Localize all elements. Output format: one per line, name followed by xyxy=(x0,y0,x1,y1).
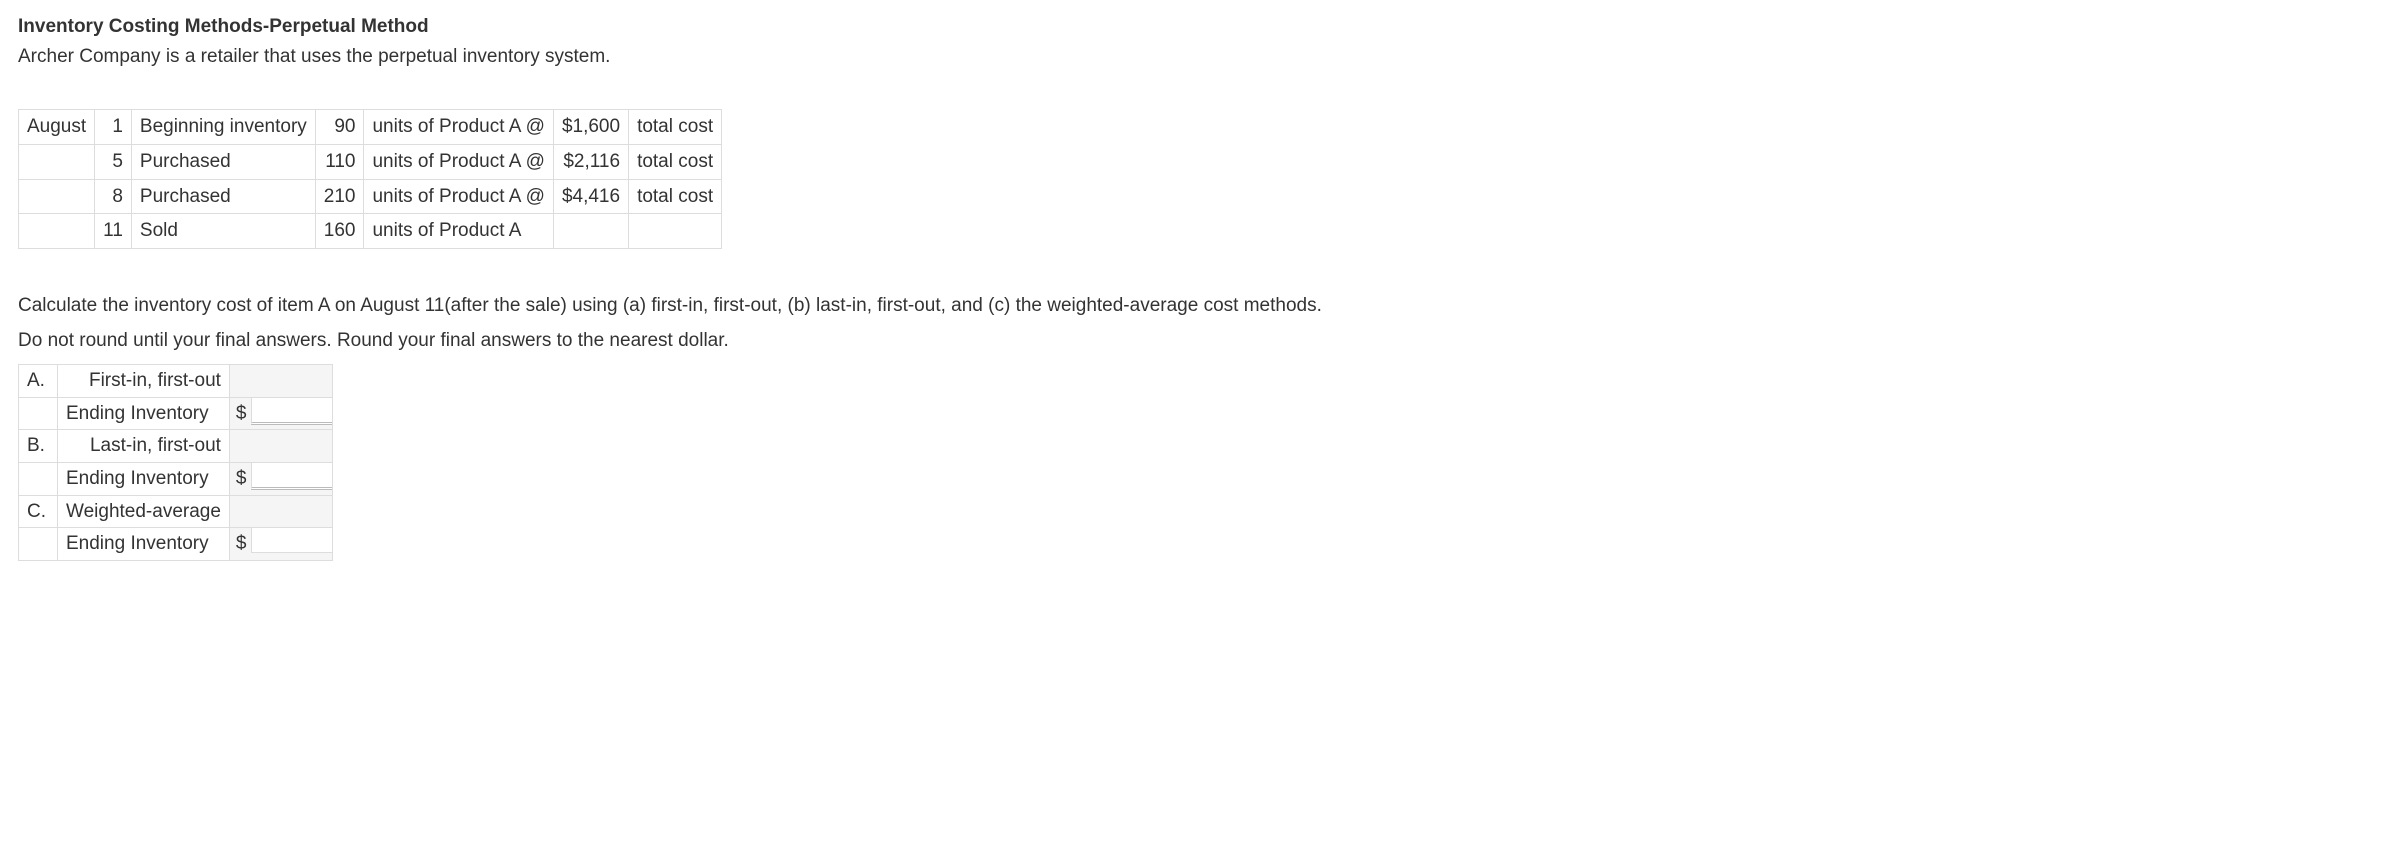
cell-cost: $2,116 xyxy=(553,144,628,179)
answers-table: A. First-in, first-out Ending Inventory … xyxy=(18,364,333,561)
cell-day: 11 xyxy=(95,214,132,249)
instructions: Calculate the inventory cost of item A o… xyxy=(18,293,2372,354)
cell-event: Beginning inventory xyxy=(131,110,315,145)
answer-blank xyxy=(229,430,332,463)
answer-letter-empty xyxy=(19,528,58,561)
cell-cost-label: total cost xyxy=(629,144,722,179)
cell-cost-label: total cost xyxy=(629,110,722,145)
answer-row-c-value: Ending Inventory $ xyxy=(19,528,333,561)
cell-event: Sold xyxy=(131,214,315,249)
answer-letter-empty xyxy=(19,397,58,430)
answer-row-b-value: Ending Inventory $ xyxy=(19,463,333,496)
cell-units: units of Product A @ xyxy=(364,144,553,179)
cell-units: units of Product A xyxy=(364,214,553,249)
cell-day: 1 xyxy=(95,110,132,145)
instruction-line-1: Calculate the inventory cost of item A o… xyxy=(18,293,2372,319)
table-row: 8 Purchased 210 units of Product A @ $4,… xyxy=(19,179,722,214)
ending-inventory-label: Ending Inventory xyxy=(58,397,230,430)
answer-input-cell: $ xyxy=(229,397,332,430)
input-wrap: $ xyxy=(230,463,332,495)
table-row: August 1 Beginning inventory 90 units of… xyxy=(19,110,722,145)
table-row: 5 Purchased 110 units of Product A @ $2,… xyxy=(19,144,722,179)
dollar-sign: $ xyxy=(230,528,251,560)
page: Inventory Costing Methods-Perpetual Meth… xyxy=(0,0,2390,601)
cell-event: Purchased xyxy=(131,179,315,214)
input-wrap: $ xyxy=(230,398,332,430)
instruction-line-2: Do not round until your final answers. R… xyxy=(18,328,2372,354)
answer-blank xyxy=(229,495,332,528)
cell-qty: 90 xyxy=(315,110,364,145)
page-title: Inventory Costing Methods-Perpetual Meth… xyxy=(18,14,2372,40)
cell-cost-label: total cost xyxy=(629,179,722,214)
ending-inventory-label: Ending Inventory xyxy=(58,463,230,496)
table-row: 11 Sold 160 units of Product A xyxy=(19,214,722,249)
answer-method: Last-in, first-out xyxy=(58,430,230,463)
cell-cost: $1,600 xyxy=(553,110,628,145)
answer-letter: A. xyxy=(19,365,58,398)
answer-letter: B. xyxy=(19,430,58,463)
answer-method: Weighted-average xyxy=(58,495,230,528)
page-subtitle: Archer Company is a retailer that uses t… xyxy=(18,44,2372,70)
cell-event: Purchased xyxy=(131,144,315,179)
cell-qty: 210 xyxy=(315,179,364,214)
cell-cost-label xyxy=(629,214,722,249)
input-wrap: $ xyxy=(230,528,332,560)
cell-units: units of Product A @ xyxy=(364,179,553,214)
cell-day: 5 xyxy=(95,144,132,179)
answer-blank xyxy=(229,365,332,398)
cell-qty: 110 xyxy=(315,144,364,179)
answer-row-c-method: C. Weighted-average xyxy=(19,495,333,528)
ending-inventory-input-c[interactable] xyxy=(251,528,332,553)
cell-cost: $4,416 xyxy=(553,179,628,214)
cell-qty: 160 xyxy=(315,214,364,249)
cell-units: units of Product A @ xyxy=(364,110,553,145)
ending-inventory-input-b[interactable] xyxy=(251,463,332,490)
cell-month-empty xyxy=(19,214,95,249)
answer-method: First-in, first-out xyxy=(58,365,230,398)
cell-day: 8 xyxy=(95,179,132,214)
answer-letter: C. xyxy=(19,495,58,528)
answer-row-a-value: Ending Inventory $ xyxy=(19,397,333,430)
ending-inventory-input-a[interactable] xyxy=(251,398,332,425)
answer-row-b-method: B. Last-in, first-out xyxy=(19,430,333,463)
transactions-table: August 1 Beginning inventory 90 units of… xyxy=(18,109,722,249)
cell-cost xyxy=(553,214,628,249)
answer-input-cell: $ xyxy=(229,528,332,561)
answer-input-cell: $ xyxy=(229,463,332,496)
dollar-sign: $ xyxy=(230,398,251,430)
answer-letter-empty xyxy=(19,463,58,496)
cell-month-empty xyxy=(19,179,95,214)
cell-month-empty xyxy=(19,144,95,179)
answer-row-a-method: A. First-in, first-out xyxy=(19,365,333,398)
dollar-sign: $ xyxy=(230,463,251,495)
cell-month: August xyxy=(19,110,95,145)
ending-inventory-label: Ending Inventory xyxy=(58,528,230,561)
